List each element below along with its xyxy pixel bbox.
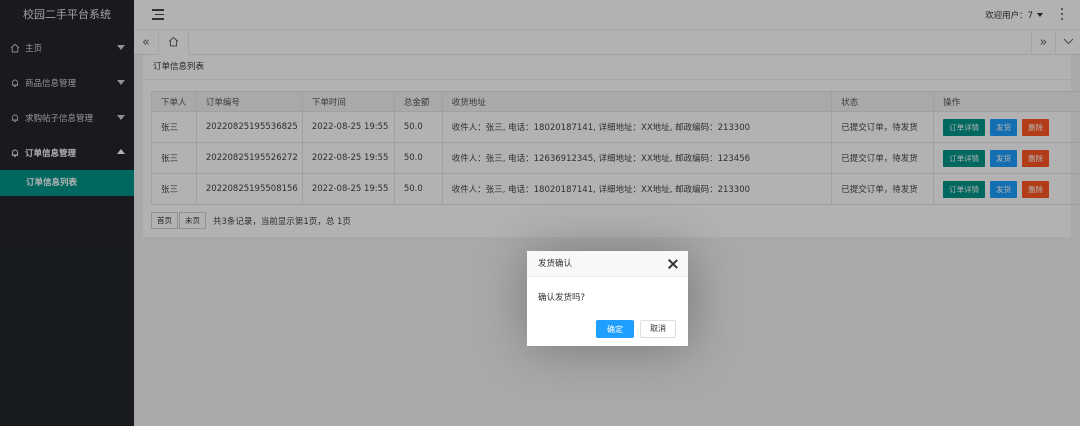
cancel-button[interactable]: 取消 (640, 320, 676, 338)
modal-backdrop[interactable] (0, 0, 1080, 426)
confirm-button[interactable]: 确定 (596, 320, 634, 338)
close-icon[interactable] (668, 259, 678, 269)
dialog-title: 发货确认 (538, 259, 573, 269)
dialog-message: 确认发货吗? (538, 293, 586, 303)
dialog-header: 发货确认 (527, 251, 688, 277)
dialog-buttons: 确定 取消 (596, 320, 676, 338)
ship-confirm-dialog: 发货确认 确认发货吗? 确定 取消 (527, 251, 688, 346)
